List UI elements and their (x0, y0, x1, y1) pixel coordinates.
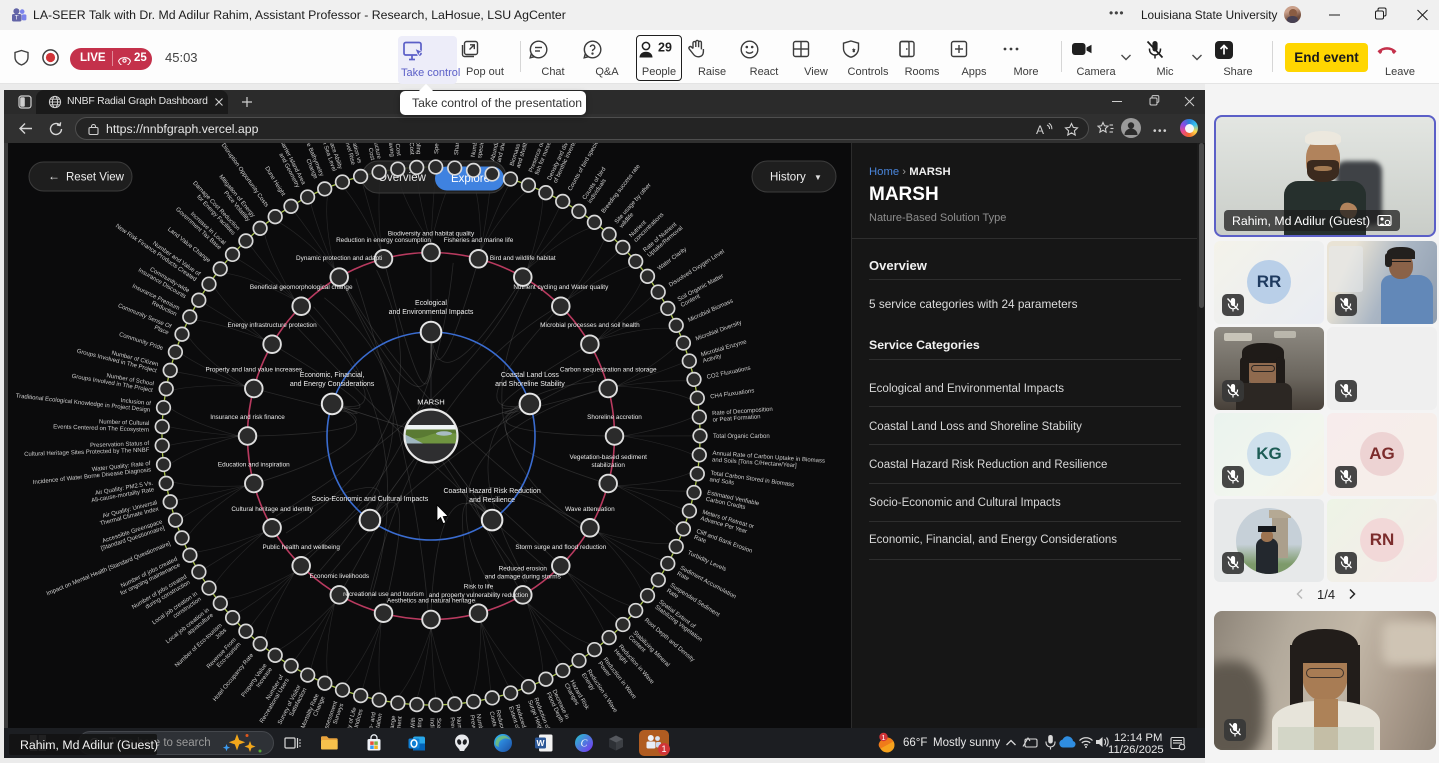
svg-text:Economic livelihoods: Economic livelihoods (309, 573, 369, 580)
svg-text:Bird and wildlife habitat: Bird and wildlife habitat (490, 255, 556, 262)
svg-text:Storm surge and flood reductio: Storm surge and flood reduction (515, 544, 606, 551)
svg-text:Cultural heritage and identity: Cultural heritage and identity (231, 506, 313, 513)
svg-text:A: A (1036, 123, 1044, 137)
svg-text:Education and inspiration: Education and inspiration (218, 462, 290, 469)
svg-text:recreational use and tourism: recreational use and tourism (343, 591, 424, 598)
svg-text:T: T (15, 14, 19, 21)
svg-text:Shoreline accretion: Shoreline accretion (587, 414, 642, 421)
svg-text:Species Richness: Species Richness (434, 143, 441, 154)
svg-text:Total Organic Carbon: Total Organic Carbon (713, 434, 770, 440)
svg-text:Beneficial geomorphological ch: Beneficial geomorphological change (250, 284, 353, 291)
svg-text:Aesthetics and natural heritag: Aesthetics and natural heritage (387, 598, 476, 605)
svg-text:Nutrient cycling and Water qua: Nutrient cycling and Water quality (513, 284, 609, 291)
svg-text:C: C (581, 739, 588, 750)
svg-text:29: 29 (658, 41, 672, 55)
svg-text:Fisheries and marine life: Fisheries and marine life (444, 237, 514, 244)
svg-text:Reduction in energy consumptio: Reduction in energy consumption (336, 237, 431, 244)
svg-text:Insurance and risk finance: Insurance and risk finance (210, 414, 285, 421)
svg-text:Scenic QualityIndices: Scenic QualityIndices (428, 718, 441, 728)
svg-text:Wave attenuation: Wave attenuation (565, 506, 615, 513)
svg-text:History: History (770, 172, 806, 184)
svg-text:Reset View: Reset View (66, 172, 125, 184)
svg-text:1: 1 (881, 733, 885, 742)
svg-text:Public health and wellbeing: Public health and wellbeing (262, 544, 340, 551)
svg-text:Energy infrastructure protecti: Energy infrastructure protection (228, 322, 318, 329)
svg-text:MARSH: MARSH (417, 398, 444, 407)
svg-text:▼: ▼ (814, 173, 822, 182)
svg-text:W: W (536, 738, 545, 748)
svg-text:Property and land value increa: Property and land value increases (205, 367, 302, 374)
svg-text:←: ← (48, 169, 60, 183)
svg-text:Dynamic protection and adapti: Dynamic protection and adapti (296, 255, 382, 262)
svg-text:Microbial processes and soil h: Microbial processes and soil health (540, 322, 640, 329)
svg-text:Surveys WithVisual Rating: Surveys WithVisual Rating (409, 717, 423, 728)
svg-text:Carbon sequestration and stora: Carbon sequestration and storage (560, 367, 657, 374)
svg-text:Socio-Economic and Cultural Im: Socio-Economic and Cultural Impacts (312, 496, 429, 503)
